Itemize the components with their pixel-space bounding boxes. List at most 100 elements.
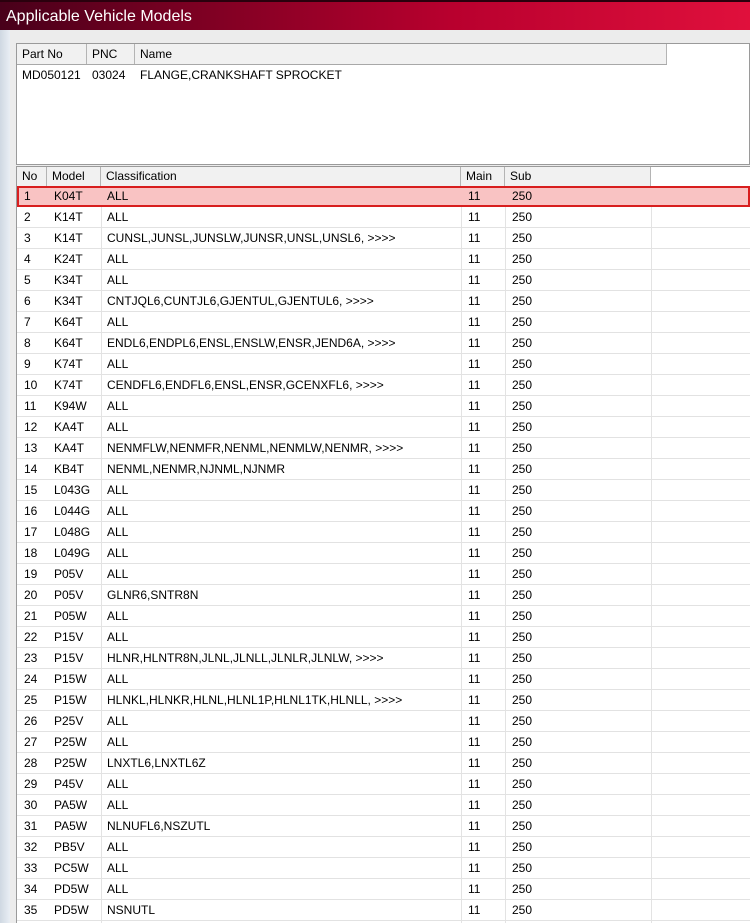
row-main: 11 xyxy=(468,651,481,665)
row-no: 5 xyxy=(24,273,31,287)
row-sub: 250 xyxy=(512,609,533,623)
header-part-no[interactable]: Part No xyxy=(17,44,87,64)
row-sub: 250 xyxy=(512,630,533,644)
row-model: L044G xyxy=(54,504,91,518)
row-main: 11 xyxy=(468,252,481,266)
table-row[interactable]: 16 L044G ALL 11 250 xyxy=(17,501,750,522)
row-sub: 250 xyxy=(512,546,533,560)
row-classification: ALL xyxy=(107,882,129,896)
row-classification: CENDFL6,ENDFL6,ENSL,ENSR,GCENXFL6, >>>> xyxy=(107,378,384,392)
row-main: 11 xyxy=(468,840,481,854)
row-main: 11 xyxy=(468,210,481,224)
table-row[interactable]: 6 K34T CNTJQL6,CUNTJL6,GJENTUL,GJENTUL6, >… xyxy=(17,291,750,312)
row-sub: 250 xyxy=(512,693,533,707)
row-sub: 250 xyxy=(512,903,533,917)
row-sub: 250 xyxy=(512,756,533,770)
row-model: L043G xyxy=(54,483,91,497)
row-no: 18 xyxy=(24,546,38,560)
row-model: P25W xyxy=(54,735,87,749)
table-row[interactable]: 11 K94W ALL 11 250 xyxy=(17,396,750,417)
row-classification: NENMFLW,NENMFR,NENML,NENMLW,NENMR, >>>> xyxy=(107,441,404,455)
table-row[interactable]: 2 K14T ALL 11 250 xyxy=(17,207,750,228)
row-sub: 250 xyxy=(512,588,533,602)
table-row[interactable]: 14 KB4T NENML,NENMR,NJNML,NJNMR 11 250 xyxy=(17,459,750,480)
row-sub: 250 xyxy=(512,378,533,392)
row-classification: ALL xyxy=(107,861,129,875)
table-row[interactable]: 1 K04T ALL 11 250 xyxy=(17,186,750,207)
table-row[interactable]: 31 PA5W NLNUFL6,NSZUTL 11 250 xyxy=(17,816,750,837)
row-model: P45V xyxy=(54,777,84,791)
row-no: 12 xyxy=(24,420,38,434)
row-sub: 250 xyxy=(512,462,533,476)
table-row[interactable]: 27 P25W ALL 11 250 xyxy=(17,732,750,753)
row-model: K64T xyxy=(54,315,83,329)
row-main: 11 xyxy=(468,588,481,602)
table-row[interactable]: 24 P15W ALL 11 250 xyxy=(17,669,750,690)
row-no: 29 xyxy=(24,777,38,791)
table-row[interactable]: 8 K64T ENDL6,ENDPL6,ENSL,ENSLW,ENSR,JEND6A… xyxy=(17,333,750,354)
row-no: 21 xyxy=(24,609,38,623)
table-row[interactable]: 12 KA4T ALL 11 250 xyxy=(17,417,750,438)
row-model: K94W xyxy=(54,399,87,413)
row-model: P15V xyxy=(54,630,84,644)
row-main: 11 xyxy=(468,525,481,539)
table-row[interactable]: 21 P05W ALL 11 250 xyxy=(17,606,750,627)
table-row[interactable]: 20 P05V GLNR6,SNTR8N 11 250 xyxy=(17,585,750,606)
row-model: PC5W xyxy=(54,861,89,875)
row-no: 34 xyxy=(24,882,38,896)
table-row[interactable]: 26 P25V ALL 11 250 xyxy=(17,711,750,732)
row-classification: ALL xyxy=(107,777,129,791)
header-no[interactable]: No xyxy=(17,167,47,186)
table-row[interactable]: 9 K74T ALL 11 250 xyxy=(17,354,750,375)
table-row[interactable]: 18 L049G ALL 11 250 xyxy=(17,543,750,564)
part-info-header: Part No PNC Name xyxy=(17,44,667,65)
row-no: 3 xyxy=(24,231,31,245)
row-model: P05V xyxy=(54,588,84,602)
row-main: 11 xyxy=(468,336,481,350)
table-row[interactable]: 29 P45V ALL 11 250 xyxy=(17,774,750,795)
window-title-bar[interactable]: Applicable Vehicle Models xyxy=(0,0,750,30)
row-main: 11 xyxy=(468,630,481,644)
header-pnc[interactable]: PNC xyxy=(87,44,135,64)
header-classification[interactable]: Classification xyxy=(101,167,461,186)
row-main: 11 xyxy=(468,357,481,371)
row-no: 25 xyxy=(24,693,38,707)
table-row[interactable]: 28 P25W LNXTL6,LNXTL6Z 11 250 xyxy=(17,753,750,774)
row-main: 11 xyxy=(468,294,481,308)
table-row[interactable]: 3 K14T CUNSL,JUNSL,JUNSLW,JUNSR,UNSL,UNSL6… xyxy=(17,228,750,249)
row-main: 11 xyxy=(468,861,481,875)
row-main: 11 xyxy=(468,420,481,434)
table-row[interactable]: 15 L043G ALL 11 250 xyxy=(17,480,750,501)
table-row[interactable]: 7 K64T ALL 11 250 xyxy=(17,312,750,333)
row-sub: 250 xyxy=(512,777,533,791)
table-row[interactable]: 23 P15V HLNR,HLNTR8N,JLNL,JLNLL,JLNLR,JLNL… xyxy=(17,648,750,669)
table-row[interactable]: 5 K34T ALL 11 250 xyxy=(17,270,750,291)
table-row[interactable]: 19 P05V ALL 11 250 xyxy=(17,564,750,585)
table-row[interactable]: 32 PB5V ALL 11 250 xyxy=(17,837,750,858)
table-row[interactable]: 17 L048G ALL 11 250 xyxy=(17,522,750,543)
row-no: 22 xyxy=(24,630,38,644)
table-row[interactable]: 22 P15V ALL 11 250 xyxy=(17,627,750,648)
row-main: 11 xyxy=(468,882,481,896)
table-row[interactable]: 33 PC5W ALL 11 250 xyxy=(17,858,750,879)
table-row[interactable]: 35 PD5W NSNUTL 11 250 xyxy=(17,900,750,921)
row-sub: 250 xyxy=(512,336,533,350)
row-no: 8 xyxy=(24,336,31,350)
row-no: 10 xyxy=(24,378,38,392)
table-row[interactable]: 25 P15W HLNKL,HLNKR,HLNL,HLNL1P,HLNL1TK,HL… xyxy=(17,690,750,711)
part-info-row[interactable]: MD050121 03024 FLANGE,CRANKSHAFT SPROCKE… xyxy=(17,66,667,84)
table-row[interactable]: 4 K24T ALL 11 250 xyxy=(17,249,750,270)
header-name[interactable]: Name xyxy=(135,44,667,64)
table-row[interactable]: 10 K74T CENDFL6,ENDFL6,ENSL,ENSR,GCENXFL6,… xyxy=(17,375,750,396)
table-row[interactable]: 30 PA5W ALL 11 250 xyxy=(17,795,750,816)
header-sub[interactable]: Sub xyxy=(505,167,651,186)
row-main: 11 xyxy=(468,189,481,203)
header-main[interactable]: Main xyxy=(461,167,505,186)
header-model[interactable]: Model xyxy=(47,167,101,186)
row-main: 11 xyxy=(468,504,481,518)
table-row[interactable]: 34 PD5W ALL 11 250 xyxy=(17,879,750,900)
row-main: 11 xyxy=(468,441,481,455)
table-row[interactable]: 13 KA4T NENMFLW,NENMFR,NENML,NENMLW,NENMR,… xyxy=(17,438,750,459)
row-no: 15 xyxy=(24,483,38,497)
row-model: PB5V xyxy=(54,840,85,854)
